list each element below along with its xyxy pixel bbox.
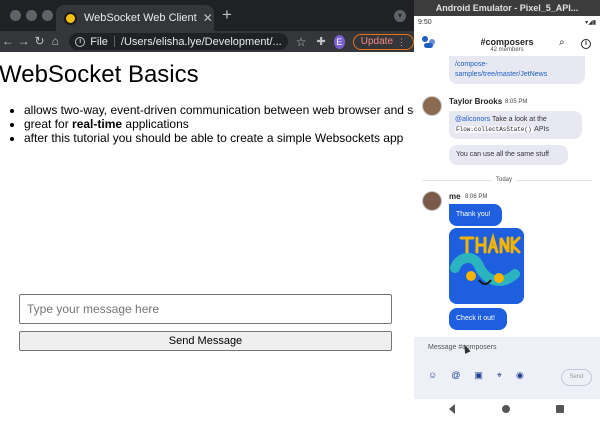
zoom-window-button[interactable] [42,10,53,21]
image-icon[interactable]: ▣ [474,370,483,381]
scheme-label: File [90,35,108,48]
minimize-window-button[interactable] [26,10,37,21]
message-composer: Message #composers ☺ @ ▣ ⌖ ◉ Send [414,337,600,399]
message-author[interactable]: Taylor Brooks [449,97,502,106]
send-message-button[interactable]: Send Message [19,331,392,351]
menu-icon: ⋮ [397,36,407,47]
day-label: Today [492,177,517,183]
feature-list: allows two-way, event-driven communicati… [24,103,414,145]
tab-search-icon[interactable]: ▾ [394,10,406,22]
message-author[interactable]: me [449,192,461,201]
android-emulator: Android Emulator - Pixel_5_API... 9:50 ▾… [414,0,600,421]
mention-link[interactable]: @aliconors [455,116,490,123]
profile-avatar[interactable]: E [333,34,345,49]
mention-icon[interactable]: @ [451,370,460,381]
favicon-icon [64,11,77,25]
close-window-button[interactable] [10,10,21,21]
sticker-art [449,228,524,304]
message-input[interactable] [19,294,392,324]
thank-you-sticker-image [449,228,524,304]
recents-icon[interactable] [556,405,564,413]
browser-window: WebSocket Web Client ✕ + ▾ ← → ↻ ⌂ i Fil… [0,0,415,421]
status-bar: 9:50 ▾◢▮ [414,16,600,28]
list-item: after this tutorial you should be able t… [24,131,414,145]
address-bar[interactable]: i File /Users/elisha.lye/Development/... [69,33,288,50]
tab-strip: WebSocket Web Client ✕ + ▾ [0,0,414,31]
url-text[interactable]: /Users/elisha.lye/Development/... [121,36,282,48]
message-bubble: Thank you! [449,204,502,226]
active-tab[interactable]: WebSocket Web Client ✕ [56,5,214,31]
new-tab-button[interactable]: + [222,6,232,24]
page-title: WebSocket Basics [0,61,199,88]
avatar[interactable] [422,96,442,116]
app-logo-icon[interactable] [422,36,436,50]
update-button[interactable]: Update ⋮ [352,33,415,50]
list-item: allows two-way, event-driven communicati… [24,103,414,117]
message-list[interactable]: /compose-samples/tree/master/JetNews Tay… [414,56,600,337]
home-icon[interactable] [502,405,510,413]
message-bubble: /compose-samples/tree/master/JetNews [449,56,585,84]
composer-send-button[interactable]: Send [561,369,592,386]
info-icon[interactable]: i [581,39,591,49]
emulator-title: Android Emulator - Pixel_5_API... [414,0,600,16]
message-link[interactable]: /compose-samples/tree/master/JetNews [455,61,547,78]
home-icon[interactable]: ⌂ [47,31,63,52]
divider [113,36,115,47]
message-bubble: @aliconors Take a look at the Flow.colle… [449,111,582,139]
code-span: Flow.collectAsState() [455,126,533,133]
list-item: great for real-time applications [24,117,414,131]
android-nav-bar [414,399,600,421]
extensions-icon[interactable]: ✚ [316,35,325,48]
info-icon[interactable]: i [75,36,86,47]
forward-icon[interactable]: → [16,31,32,52]
message-time: 8:06 PM [465,194,488,200]
back-icon[interactable] [449,404,455,414]
browser-toolbar: ← → ↻ ⌂ i File /Users/elisha.lye/Develop… [0,31,415,52]
emoji-icon[interactable]: ☺ [428,370,437,381]
update-label: Update [360,35,394,47]
avatar[interactable] [422,191,442,211]
tab-close-icon[interactable]: ✕ [203,11,213,25]
composer-toolbar: ☺ @ ▣ ⌖ ◉ [428,370,524,381]
back-icon[interactable]: ← [0,31,16,52]
message-bubble: You can use all the same stuff [449,145,568,165]
tab-title: WebSocket Web Client [84,12,197,24]
reload-icon[interactable]: ↻ [32,31,48,52]
status-time: 9:50 [418,18,432,26]
search-icon[interactable]: ⌕ [559,37,565,48]
message-bubble: Check it out! [449,308,507,330]
page-content: WebSocket Basics allows two-way, event-d… [0,52,414,421]
star-icon[interactable]: ☆ [296,35,307,49]
message-time: 8:05 PM [505,99,528,105]
channel-name: #composers [480,37,534,47]
member-count: 42 members [490,47,524,53]
location-icon[interactable]: ⌖ [497,370,502,381]
chat-icon[interactable]: ◉ [516,370,524,381]
channel-header: #composers 42 members ⌕ i [414,28,600,56]
signal-battery-icon: ▾◢▮ [585,19,596,26]
